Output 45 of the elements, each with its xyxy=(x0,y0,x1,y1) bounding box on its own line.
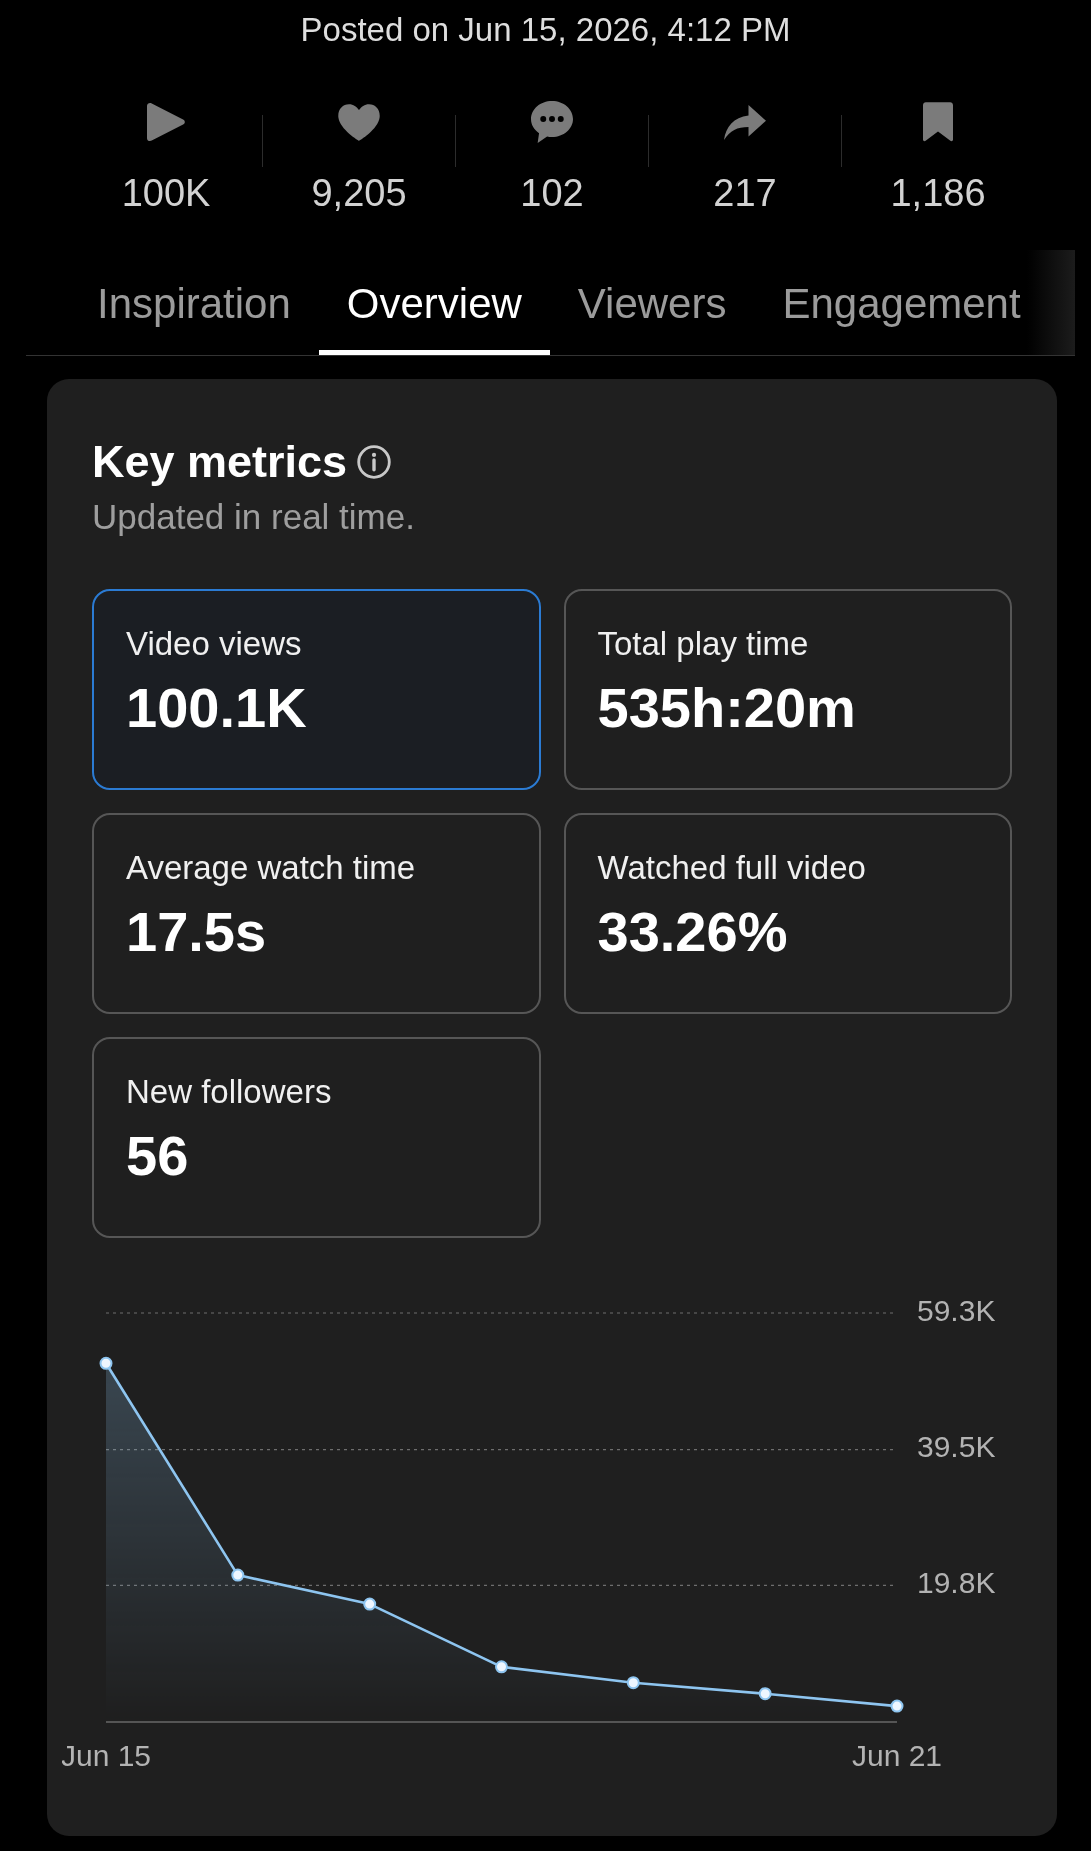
section-subtitle: Updated in real time. xyxy=(92,497,415,536)
tab[interactable]: Inspiration xyxy=(69,250,319,355)
metric-card[interactable]: New followers 56 xyxy=(92,1037,541,1238)
y-axis-label: 39.5K xyxy=(917,1430,996,1464)
x-axis-label: Jun 15 xyxy=(62,1738,152,1772)
speech-bubble-icon xyxy=(531,101,573,143)
bookmark-icon xyxy=(923,102,953,142)
data-point xyxy=(890,1699,904,1713)
post-date: Posted on Jun 15, 2026, 4:12 PM xyxy=(300,10,791,50)
data-point xyxy=(495,1660,508,1674)
heart-icon xyxy=(338,103,380,141)
metric-card[interactable]: Total play time 535h:20m xyxy=(563,589,1012,790)
metric-value: 56 xyxy=(126,1124,189,1188)
metric-value: 100.1K xyxy=(126,676,307,740)
stat-count: 100K xyxy=(121,171,211,215)
section-title: Key metrics xyxy=(92,435,348,489)
metric-card[interactable]: Average watch time 17.5s xyxy=(92,813,541,1014)
data-point xyxy=(758,1687,772,1701)
y-axis-label: 19.8K xyxy=(917,1566,996,1600)
metric-label: Video views xyxy=(126,624,302,664)
info-icon[interactable] xyxy=(357,445,392,479)
play-icon xyxy=(147,101,185,143)
metric-label: Average watch time xyxy=(126,848,416,888)
tab[interactable]: Viewers xyxy=(549,250,755,355)
data-point xyxy=(363,1597,377,1611)
stat-count: 1,186 xyxy=(890,171,986,215)
data-point xyxy=(626,1676,640,1690)
y-axis-label: 59.3K xyxy=(917,1293,996,1327)
tab[interactable]: Engagement xyxy=(754,250,1049,355)
data-point xyxy=(231,1568,245,1582)
stat-count: 102 xyxy=(520,171,584,215)
metric-value: 535h:20m xyxy=(597,676,856,740)
metric-value: 17.5s xyxy=(126,900,267,964)
metric-label: Total play time xyxy=(597,624,809,664)
metric-card[interactable]: Watched full video 33.26% xyxy=(563,813,1012,1014)
stat-count: 9,205 xyxy=(311,171,407,215)
data-point xyxy=(99,1356,113,1370)
metric-label: Watched full video xyxy=(597,848,866,888)
stat-count: 217 xyxy=(713,171,777,215)
x-axis-label: Jun 21 xyxy=(851,1738,943,1772)
tab[interactable]: Overview xyxy=(318,250,550,355)
share-icon xyxy=(724,104,766,140)
metric-card[interactable]: Video views 100.1K xyxy=(92,589,541,790)
metric-label: New followers xyxy=(126,1072,332,1112)
metric-value: 33.26% xyxy=(597,900,788,964)
